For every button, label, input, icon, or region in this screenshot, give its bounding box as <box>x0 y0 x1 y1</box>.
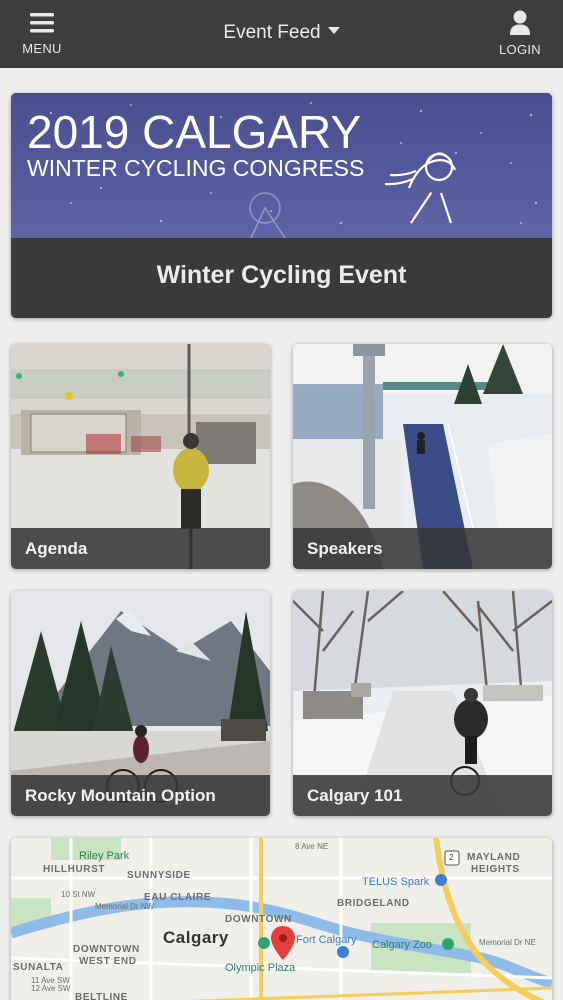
map-label-west-end: WEST END <box>79 956 137 967</box>
map-label-beltline: BELTLINE <box>75 992 128 1000</box>
user-icon <box>510 10 530 35</box>
event-feed-dropdown[interactable]: Event Feed <box>0 22 563 44</box>
highway-2-shield: 2 <box>449 853 454 862</box>
map-label-olympic-plaza: Olympic Plaza <box>225 962 296 974</box>
map-label-riley-park: Riley Park <box>79 850 130 862</box>
event-feed-title: Event Feed <box>223 22 321 43</box>
map-label-12-ave-sw: 12 Ave SW <box>31 984 71 993</box>
map-label-calgary: Calgary <box>163 928 229 947</box>
map-label-downtown: DOWNTOWN <box>225 914 292 925</box>
top-app-bar: MENU Event Feed LOGIN <box>0 0 563 68</box>
winter-cycling-event-card[interactable]: 2019 CALGARY WINTER CYCLING CONGRESS Win… <box>11 93 552 318</box>
map-label-bridgeland: BRIDGELAND <box>337 898 410 909</box>
calgary-101-label: Calgary 101 <box>293 775 552 816</box>
congress-banner-image: 2019 CALGARY WINTER CYCLING CONGRESS <box>11 93 552 239</box>
venue-map[interactable]: Riley Park HILLHURST SUNNYSIDE EAU CLAIR… <box>11 838 552 1000</box>
map-label-10-st-nw: 10 St NW <box>61 890 96 899</box>
map-label-8-ave-ne: 8 Ave NE <box>295 842 329 851</box>
map-label-heights: HEIGHTS <box>471 864 520 875</box>
map-label-sunalta: SUNALTA <box>13 962 64 973</box>
map-label-sunnyside: SUNNYSIDE <box>127 870 191 881</box>
map-label-downtown-west: DOWNTOWN <box>73 944 140 955</box>
map-label-calgary-zoo: Calgary Zoo <box>372 939 432 951</box>
calgary-101-tile[interactable]: Calgary 101 <box>293 591 552 816</box>
cyclist-illustration-icon <box>384 152 457 224</box>
agenda-label: Agenda <box>11 528 270 569</box>
login-button[interactable]: LOGIN <box>489 8 551 60</box>
map-label-fort-calgary: Fort Calgary <box>296 934 357 946</box>
map-label-memorial-dr-nw: Memorial Dr NW <box>95 902 155 911</box>
login-label: LOGIN <box>499 42 541 57</box>
map-label-hillhurst: HILLHURST <box>43 864 106 875</box>
caret-down-icon <box>327 27 340 35</box>
agenda-tile[interactable]: Agenda <box>11 344 270 569</box>
banner-subtitle: WINTER CYCLING CONGRESS <box>27 155 364 181</box>
speakers-label: Speakers <box>293 528 552 569</box>
banner-title: 2019 CALGARY <box>27 106 361 158</box>
winter-cycling-event-label: Winter Cycling Event <box>11 238 552 318</box>
speakers-tile[interactable]: Speakers <box>293 344 552 569</box>
rocky-mountain-option-label: Rocky Mountain Option <box>11 775 270 816</box>
map-label-telus-spark: TELUS Spark <box>362 876 430 888</box>
map-label-memorial-dr-ne: Memorial Dr NE <box>479 938 536 947</box>
rocky-mountain-option-tile[interactable]: Rocky Mountain Option <box>11 591 270 816</box>
map-label-mayland: MAYLAND <box>467 852 521 863</box>
